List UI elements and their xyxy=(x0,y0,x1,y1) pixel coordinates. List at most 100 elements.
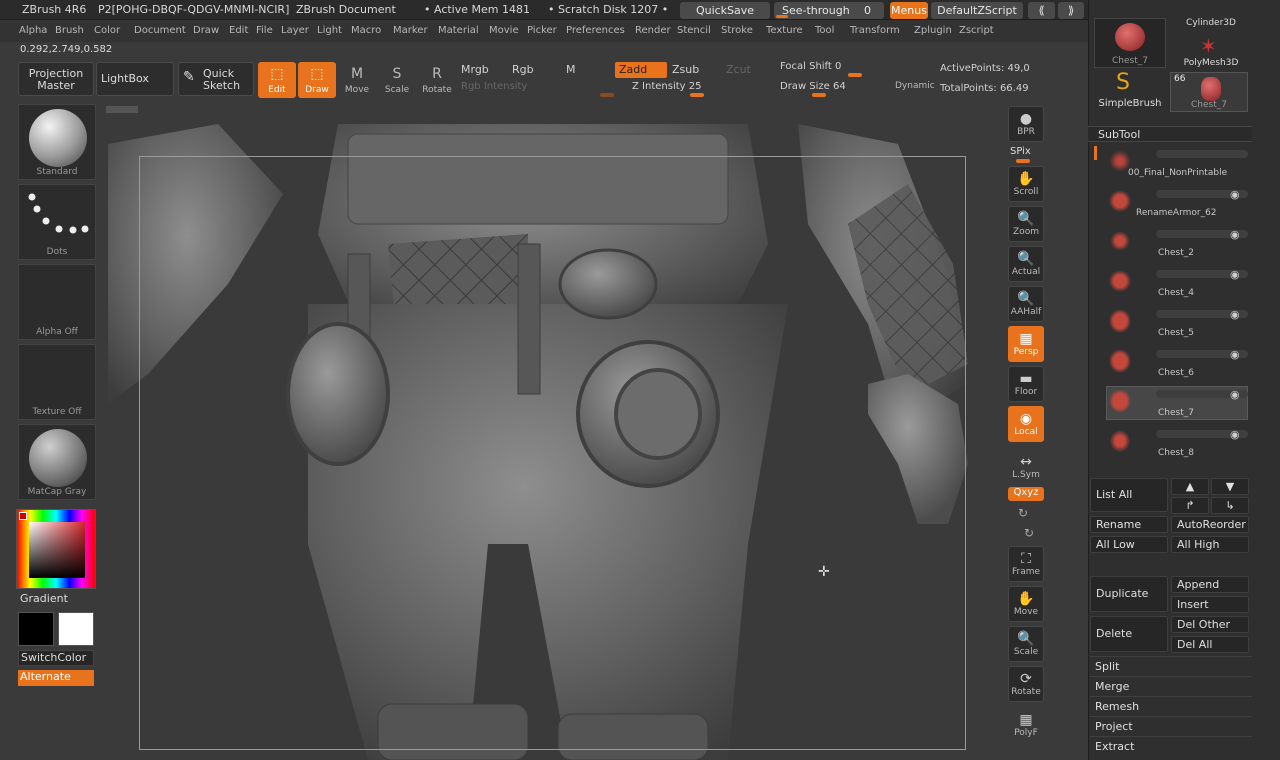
switchcolor-button[interactable]: SwitchColor xyxy=(18,650,94,666)
z-intensity-slider[interactable]: Z Intensity 25 xyxy=(632,81,701,92)
menu-tool[interactable]: Tool xyxy=(815,25,834,36)
del-all-button[interactable]: Del All xyxy=(1171,636,1249,653)
menu-transform[interactable]: Transform xyxy=(850,25,900,36)
zadd-button[interactable]: Zadd xyxy=(615,62,667,78)
menu-color[interactable]: Color xyxy=(94,25,120,36)
secondary-color-swatch[interactable] xyxy=(58,612,94,646)
defaultzscript-button[interactable]: DefaultZScript xyxy=(931,2,1023,19)
insert-button[interactable]: Insert xyxy=(1171,596,1249,613)
rotate-y-icon[interactable]: ↻ xyxy=(1018,506,1028,520)
project-section[interactable]: Project xyxy=(1095,720,1133,733)
move-view-button[interactable]: ✋ Move xyxy=(1008,586,1044,622)
color-saturation-square[interactable] xyxy=(29,522,85,578)
rotate-z-icon[interactable]: ↻ xyxy=(1024,526,1034,540)
draw-size-slider[interactable]: Draw Size 64 xyxy=(780,81,846,92)
menu-preferences[interactable]: Preferences xyxy=(566,25,625,36)
autoreorder-button[interactable]: AutoReorder xyxy=(1171,516,1249,533)
extract-section[interactable]: Extract xyxy=(1095,740,1134,753)
subtool-item[interactable]: ◉ RenameArmor_62 xyxy=(1100,186,1250,226)
subtool-item-selected[interactable]: ◉ Chest_7 xyxy=(1100,386,1250,426)
menu-zscript[interactable]: Zscript xyxy=(959,25,994,36)
del-other-button[interactable]: Del Other xyxy=(1171,616,1249,633)
eye-icon[interactable]: ◉ xyxy=(1230,188,1240,201)
polymesh3d-label[interactable]: PolyMesh3D xyxy=(1176,58,1246,68)
split-section[interactable]: Split xyxy=(1095,660,1119,673)
subtool-toggle[interactable] xyxy=(1156,150,1248,158)
xyz-button[interactable]: Qxyz xyxy=(1008,487,1044,501)
scroll-right-icon[interactable]: ⟫ xyxy=(1058,2,1084,19)
subtool-scroll-indicator[interactable] xyxy=(1094,146,1097,160)
rotate-button[interactable]: R Rotate xyxy=(418,62,456,98)
zcut-button[interactable]: Zcut xyxy=(726,63,751,76)
eye-icon[interactable]: ◉ xyxy=(1230,228,1240,241)
quick-sketch-button[interactable]: ✎ Quick Sketch xyxy=(178,62,254,96)
eye-icon[interactable]: ◉ xyxy=(1230,268,1240,281)
local-button[interactable]: ◉ Local xyxy=(1008,406,1044,442)
seethrough-slider[interactable]: See-through 0 xyxy=(774,2,884,19)
subtool-item[interactable]: 00_Final_NonPrintable xyxy=(1100,146,1250,186)
tool-thumb-chest7[interactable]: Chest_7 xyxy=(1094,18,1166,68)
rotate-view-button[interactable]: ⟳ Rotate xyxy=(1008,666,1044,702)
alpha-slot[interactable]: Alpha Off xyxy=(18,264,96,340)
cylinder3d-label[interactable]: Cylinder3D xyxy=(1176,18,1246,28)
eye-icon[interactable]: ◉ xyxy=(1230,308,1240,321)
arrow-down-right-icon[interactable]: ↳ xyxy=(1211,497,1249,514)
subtool-item[interactable]: ◉ Chest_2 xyxy=(1100,226,1250,266)
rename-button[interactable]: Rename xyxy=(1090,516,1168,533)
brush-slot[interactable]: Standard xyxy=(18,104,96,180)
subtool-item[interactable]: ◉ Chest_5 xyxy=(1100,306,1250,346)
gradient-label[interactable]: Gradient xyxy=(20,592,68,605)
list-all-button[interactable]: List All xyxy=(1090,478,1168,512)
menu-render[interactable]: Render xyxy=(635,25,671,36)
remesh-section[interactable]: Remesh xyxy=(1095,700,1139,713)
frame-button[interactable]: ⛶ Frame xyxy=(1008,546,1044,582)
tray-handle[interactable] xyxy=(106,106,138,113)
m-button[interactable]: M xyxy=(566,63,576,76)
color-picker[interactable] xyxy=(16,509,96,589)
dynamic-toggle[interactable]: Dynamic xyxy=(895,81,935,91)
tool-thumb-chest7-current[interactable]: 66 Chest_7 xyxy=(1170,72,1248,112)
projection-master-button[interactable]: Projection Master xyxy=(18,62,94,96)
menus-button[interactable]: Menus xyxy=(890,2,928,19)
move-down-icon[interactable]: ▼ xyxy=(1211,478,1249,495)
draw-button[interactable]: ⬚ Draw xyxy=(298,62,336,98)
subtool-header[interactable]: SubTool xyxy=(1088,126,1252,142)
duplicate-button[interactable]: Duplicate xyxy=(1090,576,1168,612)
append-button[interactable]: Append xyxy=(1171,576,1249,593)
move-button[interactable]: M Move xyxy=(338,62,376,98)
material-slot[interactable]: MatCap Gray xyxy=(18,424,96,500)
menu-movie[interactable]: Movie xyxy=(489,25,519,36)
delete-button[interactable]: Delete xyxy=(1090,616,1168,652)
primary-color-swatch[interactable] xyxy=(18,612,54,646)
menu-alpha[interactable]: Alpha xyxy=(19,25,47,36)
edit-button[interactable]: ⬚ Edit xyxy=(258,62,296,98)
rgb-intensity-slider[interactable]: Rgb Intensity xyxy=(461,81,527,92)
polyf-button[interactable]: ▦ PolyF xyxy=(1008,708,1044,744)
menu-marker[interactable]: Marker xyxy=(393,25,428,36)
menu-document[interactable]: Document xyxy=(134,25,186,36)
menu-light[interactable]: Light xyxy=(317,25,342,36)
zoom-button[interactable]: 🔍 Zoom xyxy=(1008,206,1044,242)
all-low-button[interactable]: All Low xyxy=(1090,536,1168,553)
zsub-button[interactable]: Zsub xyxy=(672,63,699,76)
scroll-left-icon[interactable]: ⟪ xyxy=(1028,2,1055,19)
focal-shift-slider[interactable]: Focal Shift 0 xyxy=(780,61,841,72)
menu-edit[interactable]: Edit xyxy=(229,25,248,36)
lsym-button[interactable]: ↔ L.Sym xyxy=(1008,450,1044,482)
stroke-slot[interactable]: Dots xyxy=(18,184,96,260)
arrow-up-right-icon[interactable]: ↱ xyxy=(1171,497,1209,514)
scale-button[interactable]: S Scale xyxy=(378,62,416,98)
spix-slider[interactable]: SPix xyxy=(1010,146,1031,157)
texture-slot[interactable]: Texture Off xyxy=(18,344,96,420)
aahalf-button[interactable]: 🔍 AAHalf xyxy=(1008,286,1044,322)
menu-file[interactable]: File xyxy=(256,25,273,36)
move-up-icon[interactable]: ▲ xyxy=(1171,478,1209,495)
menu-layer[interactable]: Layer xyxy=(281,25,309,36)
menu-material[interactable]: Material xyxy=(438,25,479,36)
eye-icon[interactable]: ◉ xyxy=(1230,348,1240,361)
menu-zplugin[interactable]: Zplugin xyxy=(914,25,952,36)
menu-brush[interactable]: Brush xyxy=(55,25,84,36)
menu-draw[interactable]: Draw xyxy=(193,25,219,36)
mrgb-button[interactable]: Mrgb xyxy=(461,63,489,76)
scale-view-button[interactable]: 🔍 Scale xyxy=(1008,626,1044,662)
